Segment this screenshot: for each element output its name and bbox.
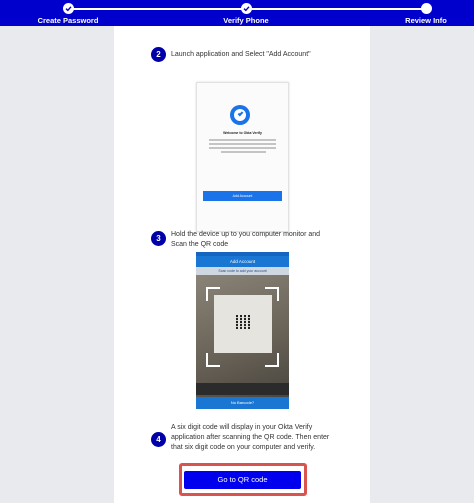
instructions-card: 2 Launch application and Select "Add Acc…: [114, 26, 370, 503]
okta-check-icon: [230, 105, 250, 125]
step-dot-icon: [420, 3, 432, 14]
instruction-text: A six digit code will display in your Ok…: [171, 423, 329, 453]
step-verify-phone: Verify Phone: [191, 3, 301, 25]
instruction-line: Hold the device up to you computer monit…: [171, 231, 321, 238]
qr-scan-screenshot: Add Account Scan code to add your accoun…: [196, 252, 289, 409]
step-review-info: Review Info: [371, 3, 474, 25]
step-number-badge: 4: [151, 432, 166, 447]
scan-frame-corner: [206, 353, 220, 367]
scan-frame-corner: [206, 287, 220, 301]
instruction-line: A six digit code will display in your Ok…: [171, 424, 313, 431]
step-label: Review Info: [405, 16, 447, 25]
step-label: Verify Phone: [223, 16, 269, 25]
scan-hint: Scan code to add your account: [196, 267, 289, 275]
instruction-line: application after scanning the QR code. …: [171, 434, 330, 441]
text-line: [221, 151, 266, 153]
check-icon: [240, 3, 252, 14]
progress-header: Create Password Verify Phone Review Info: [0, 0, 474, 26]
scan-frame-corner: [265, 287, 279, 301]
step-number-badge: 3: [151, 231, 166, 246]
dock-icons: [196, 383, 289, 395]
scan-header: Add Account: [196, 256, 289, 267]
step-create-password: Create Password: [13, 3, 123, 25]
scan-frame-corner: [265, 353, 279, 367]
text-line: [209, 143, 276, 145]
text-line: [209, 147, 276, 149]
instruction-line: that six digit code on your computer and…: [171, 444, 316, 451]
instruction-text: Hold the device up to you computer monit…: [171, 230, 320, 250]
step-label: Create Password: [37, 16, 99, 25]
check-icon: [62, 3, 74, 14]
okta-welcome-screenshot: Welcome to Okta Verify Add Account: [196, 82, 289, 232]
welcome-title: Welcome to Okta Verify: [223, 131, 262, 135]
instruction-text: Launch application and Select "Add Accou…: [171, 51, 311, 58]
text-line: [209, 139, 276, 141]
qr-code-icon: [236, 315, 250, 329]
add-account-button-image: Add Account: [203, 191, 282, 201]
go-to-qr-code-button[interactable]: Go to QR code: [184, 471, 301, 489]
instruction-line: Scan the QR code: [171, 241, 229, 248]
no-barcode-label: No Barcode?: [196, 397, 289, 409]
step-number-badge: 2: [151, 47, 166, 62]
camera-view: [196, 275, 289, 397]
